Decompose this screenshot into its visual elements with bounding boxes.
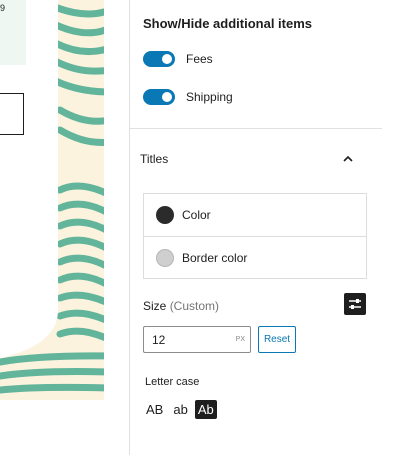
section-divider: [130, 128, 382, 129]
color-settings-group: Color Border color: [143, 193, 367, 279]
titles-panel-label: Titles: [140, 152, 169, 166]
letter-case-uppercase[interactable]: AB: [143, 400, 166, 419]
size-input[interactable]: 12 PX: [143, 326, 251, 353]
sliders-icon: [349, 299, 361, 309]
fees-toggle-label: Fees: [186, 52, 213, 66]
size-mode: (Custom): [169, 299, 220, 313]
reset-button[interactable]: Reset: [258, 326, 296, 353]
chevron-up-icon[interactable]: [341, 152, 355, 166]
editor-canvas: 9: [0, 0, 130, 455]
titles-panel-toggle[interactable]: Titles: [140, 148, 355, 170]
border-color-option[interactable]: Border color: [144, 236, 366, 278]
color-swatch: [156, 206, 174, 224]
letter-case-options: AB ab Ab: [143, 400, 217, 419]
block-inspector-panel: Show/Hide additional items Fees Shipping…: [130, 0, 410, 455]
size-unit[interactable]: PX: [236, 336, 245, 343]
custom-size-settings-button[interactable]: [344, 293, 366, 315]
shipping-toggle-label: Shipping: [186, 90, 233, 104]
border-color-option-label: Border color: [182, 250, 248, 265]
border-color-swatch: [156, 248, 174, 267]
size-label-text: Size: [143, 299, 167, 313]
letter-case-lowercase[interactable]: ab: [170, 400, 190, 419]
section-title: Show/Hide additional items: [143, 16, 313, 31]
letter-case-label: Letter case: [145, 376, 200, 388]
color-option[interactable]: Color: [144, 194, 366, 236]
color-option-label: Color: [182, 208, 211, 222]
decorative-pattern-image: [0, 0, 104, 400]
fees-toggle-row[interactable]: Fees: [143, 50, 213, 68]
shipping-toggle[interactable]: [143, 89, 175, 105]
size-label: Size (Custom): [143, 299, 219, 313]
fees-toggle[interactable]: [143, 51, 175, 67]
letter-case-capitalize[interactable]: Ab: [194, 400, 217, 419]
shipping-toggle-row[interactable]: Shipping: [143, 88, 233, 106]
size-input-value[interactable]: 12: [152, 333, 236, 347]
